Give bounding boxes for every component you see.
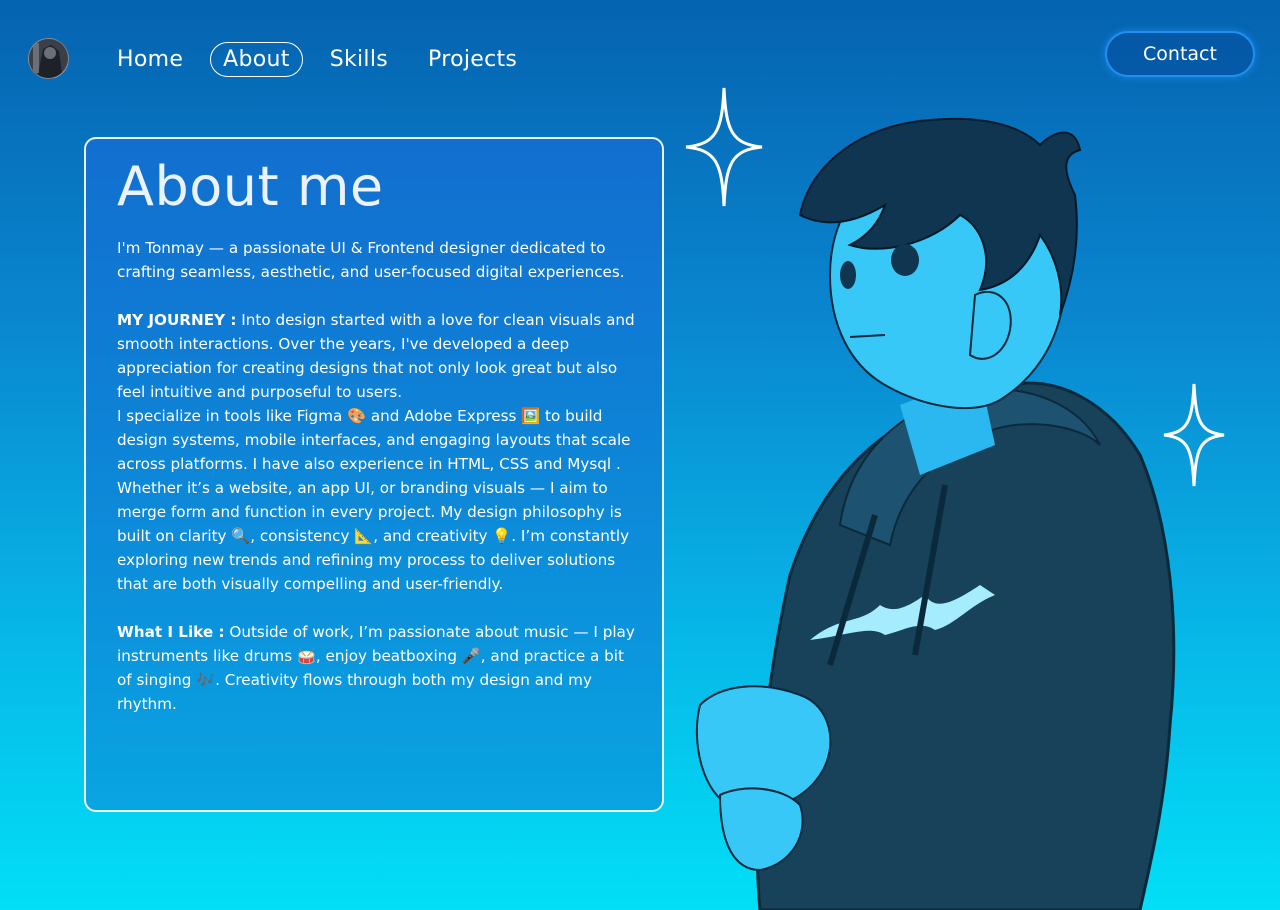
avatar[interactable] (28, 38, 69, 79)
nav-projects[interactable]: Projects (415, 42, 530, 77)
like-label: What I Like : (117, 623, 225, 642)
nav-skills[interactable]: Skills (317, 42, 401, 77)
like-paragraph: What I Like : Outside of work, I’m passi… (117, 620, 642, 716)
page-title: About me (117, 155, 384, 218)
journey-label: MY JOURNEY : (117, 311, 237, 330)
contact-button[interactable]: Contact (1105, 31, 1255, 77)
nav-home[interactable]: Home (104, 42, 196, 77)
about-card: About me I'm Tonmay — a passionate UI & … (84, 137, 664, 812)
character-illustration (695, 117, 1176, 910)
main-nav: Home About Skills Projects (104, 42, 544, 77)
nav-about[interactable]: About (210, 42, 303, 77)
specialize-text: I specialize in tools like Figma 🎨 and A… (117, 407, 631, 594)
journey-paragraph: MY JOURNEY : Into design started with a … (117, 308, 642, 404)
intro-text: I'm Tonmay — a passionate UI & Frontend … (117, 239, 625, 282)
